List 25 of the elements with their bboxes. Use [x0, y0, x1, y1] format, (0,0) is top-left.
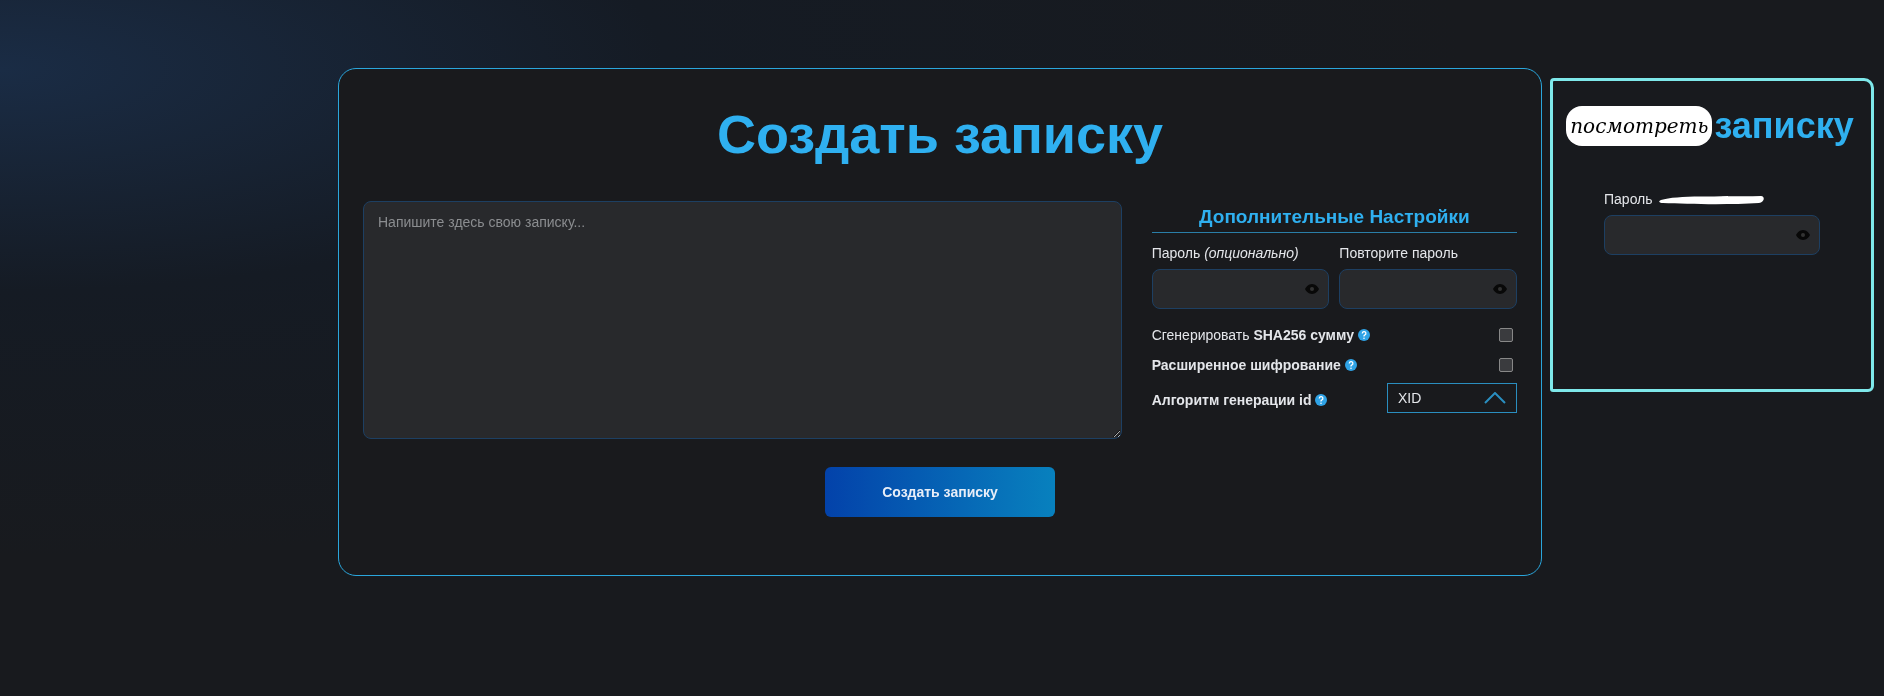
help-icon[interactable] [1357, 329, 1370, 341]
password-field[interactable] [1151, 269, 1330, 309]
help-icon[interactable] [1315, 394, 1328, 406]
settings-heading: Дополнительные Настройки [1151, 201, 1517, 233]
view-title: записку [1714, 105, 1854, 147]
help-icon[interactable] [1344, 359, 1357, 371]
repeat-password-label: Повторите пароль [1339, 245, 1459, 261]
eye-icon[interactable] [1493, 284, 1507, 294]
checkbox[interactable] [1499, 358, 1513, 372]
eye-icon[interactable] [1305, 284, 1320, 294]
option-label: Расширенное шифрование [1151, 357, 1341, 373]
repeat-password-field[interactable] [1339, 269, 1517, 309]
page-title: Создать записку [716, 103, 1164, 165]
chevron-icon [1484, 392, 1506, 404]
handwritten-title: посмотреть [1566, 106, 1713, 146]
checkbox[interactable] [1499, 328, 1513, 342]
id-algorithm-select[interactable]: XID [1387, 383, 1517, 413]
option-label: Алгоритм генерации id [1151, 392, 1312, 408]
note-input-field[interactable]: Напишите здесь свою записку... [363, 201, 1122, 439]
create-note-button[interactable]: Создать записку [825, 467, 1055, 517]
password-label: Пароль (опционально) [1151, 245, 1300, 261]
view-password-field[interactable] [1604, 215, 1820, 255]
option-label: Сгенерировать SHA256 сумму [1151, 327, 1354, 343]
eye-icon[interactable] [1796, 230, 1810, 240]
view-password-label: Пароль [1604, 191, 1653, 207]
